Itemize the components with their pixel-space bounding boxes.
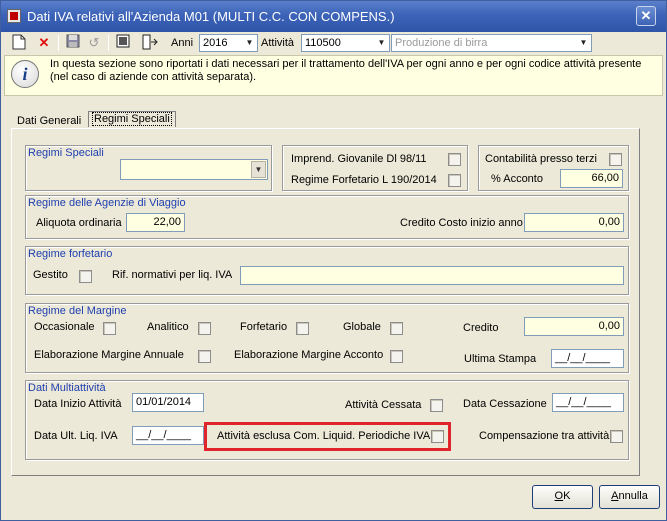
highlight-box bbox=[204, 422, 451, 451]
elab-annuale-label: Elaborazione Margine Annuale bbox=[34, 349, 184, 361]
undo-icon: ↺ bbox=[88, 35, 100, 50]
toolbar-separator bbox=[108, 35, 109, 51]
annulla-button[interactable]: Annulla bbox=[599, 485, 660, 509]
credito-costo-field[interactable]: 0,00 bbox=[524, 213, 624, 232]
analitico-checkbox[interactable] bbox=[198, 322, 211, 335]
elab-acconto-label: Elaborazione Margine Acconto bbox=[234, 349, 384, 361]
occasionale-label: Occasionale bbox=[34, 321, 95, 333]
window-title: Dati IVA relativi all'Azienda M01 (MULTI… bbox=[27, 9, 395, 24]
info-text: In questa sezione sono riportati i dati … bbox=[50, 58, 642, 83]
rif-normativi-field[interactable] bbox=[240, 266, 624, 285]
save-button[interactable] bbox=[64, 34, 82, 52]
compensazione-label: Compensazione tra attività bbox=[479, 430, 610, 442]
group-regime-margine: Regime del Margine Occasionale Analitico… bbox=[25, 303, 629, 373]
rif-normativi-label: Rif. normativi per liq. IVA bbox=[112, 269, 233, 281]
title-bar: Dati IVA relativi all'Azienda M01 (MULTI… bbox=[1, 1, 666, 32]
tab-regimi-speciali-label: Regimi Speciali bbox=[92, 112, 172, 126]
forfetario-label: Forfetario bbox=[240, 321, 288, 333]
annulla-label: nnulla bbox=[618, 490, 648, 502]
contabilita-terzi-label: Contabilità presso terzi bbox=[485, 153, 597, 165]
globale-label: Globale bbox=[343, 321, 381, 333]
regimi-speciali-dropdown[interactable]: ▼ bbox=[120, 159, 268, 180]
gestito-label: Gestito bbox=[33, 269, 68, 281]
forfetario-checkbox[interactable] bbox=[296, 322, 309, 335]
info-panel: i In questa sezione sono riportati i dat… bbox=[4, 55, 663, 96]
data-cessazione-field[interactable]: __/__/____ bbox=[552, 393, 624, 412]
app-icon bbox=[7, 9, 21, 23]
aliquota-field[interactable]: 22,00 bbox=[126, 213, 185, 232]
anni-select[interactable]: 2016 ▼ bbox=[199, 34, 258, 52]
gestito-checkbox[interactable] bbox=[79, 270, 92, 283]
analitico-label: Analitico bbox=[147, 321, 189, 333]
close-button[interactable]: ✕ bbox=[636, 6, 656, 26]
credito-label: Credito bbox=[463, 322, 499, 334]
attivita-label: Attività bbox=[261, 37, 295, 49]
group-title: Regimi Speciali bbox=[28, 147, 104, 159]
ultima-stampa-label: Ultima Stampa bbox=[464, 353, 537, 365]
data-ult-liq-field[interactable]: __/__/____ bbox=[132, 426, 204, 445]
elab-acconto-checkbox[interactable] bbox=[390, 350, 403, 363]
exit-button[interactable] bbox=[141, 34, 159, 52]
aliquota-label: Aliquota ordinaria bbox=[36, 217, 122, 229]
group-regime-forfetario: Regime forfetario Gestito Rif. normativi… bbox=[25, 246, 629, 295]
group-title: Dati Multiattività bbox=[28, 382, 106, 394]
group-imprend: Imprend. Giovanile Dl 98/11 Regime Forfe… bbox=[282, 145, 468, 191]
data-ult-liq-label: Data Ult. Liq. IVA bbox=[34, 430, 118, 442]
acconto-field[interactable]: 66,00 bbox=[560, 169, 623, 188]
attivita-description: Produzione di birra bbox=[395, 37, 488, 49]
group-title: Regime forfetario bbox=[28, 248, 113, 260]
compensazione-checkbox[interactable] bbox=[610, 430, 623, 443]
attivita-cessata-label: Attività Cessata bbox=[345, 399, 422, 411]
regime-forfetario-label: Regime Forfetario L 190/2014 bbox=[291, 174, 437, 186]
save-icon bbox=[66, 34, 80, 48]
exit-door-icon bbox=[142, 34, 158, 50]
imprend-giovanile-checkbox[interactable] bbox=[448, 153, 461, 166]
ultima-stampa-field[interactable]: __/__/____ bbox=[551, 349, 624, 368]
chevron-down-icon: ▼ bbox=[579, 38, 588, 47]
contabilita-terzi-checkbox[interactable] bbox=[609, 153, 622, 166]
delete-button[interactable]: ✕ bbox=[35, 34, 53, 52]
preview-icon bbox=[116, 34, 130, 48]
group-agenzie-viaggio: Regime delle Agenzie di Viaggio Aliquota… bbox=[25, 195, 629, 239]
toolbar-separator bbox=[58, 35, 59, 51]
new-document-icon bbox=[12, 34, 26, 50]
toolbar: ✕ ↺ Anni 2016 ▼ Attività 110500 ▼ Produz… bbox=[4, 33, 663, 53]
ok-hotkey: O bbox=[554, 490, 564, 502]
credito-field[interactable]: 0,00 bbox=[524, 317, 624, 336]
undo-button[interactable]: ↺ bbox=[85, 34, 103, 52]
data-cessazione-label: Data Cessazione bbox=[463, 398, 547, 410]
info-icon: i bbox=[11, 60, 39, 88]
chevron-down-icon: ▼ bbox=[245, 38, 254, 47]
dialog-window: Dati IVA relativi all'Azienda M01 (MULTI… bbox=[0, 0, 667, 521]
attivita-description-select[interactable]: Produzione di birra ▼ bbox=[391, 34, 592, 52]
data-inizio-label: Data Inizio Attività bbox=[34, 398, 122, 410]
globale-checkbox[interactable] bbox=[390, 322, 403, 335]
group-title: Regime delle Agenzie di Viaggio bbox=[28, 197, 186, 209]
group-contabilita: Contabilità presso terzi % Acconto 66,00 bbox=[478, 145, 629, 191]
tab-dati-generali[interactable]: Dati Generali bbox=[14, 114, 84, 128]
chevron-down-icon: ▼ bbox=[251, 161, 266, 178]
regime-forfetario-checkbox[interactable] bbox=[448, 174, 461, 187]
preview-button[interactable] bbox=[114, 34, 132, 52]
imprend-giovanile-label: Imprend. Giovanile Dl 98/11 bbox=[291, 153, 427, 165]
chevron-down-icon: ▼ bbox=[377, 38, 386, 47]
attivita-cessata-checkbox[interactable] bbox=[430, 399, 443, 412]
delete-icon: ✕ bbox=[38, 35, 50, 50]
acconto-label: % Acconto bbox=[491, 173, 543, 185]
occasionale-checkbox[interactable] bbox=[103, 322, 116, 335]
elab-annuale-checkbox[interactable] bbox=[198, 350, 211, 363]
credito-costo-label: Credito Costo inizio anno bbox=[400, 217, 523, 229]
group-title: Regime del Margine bbox=[28, 305, 127, 317]
new-document-button[interactable] bbox=[10, 34, 28, 52]
attivita-value: 110500 bbox=[305, 37, 341, 49]
tab-regimi-speciali[interactable]: Regimi Speciali bbox=[88, 111, 176, 127]
anni-value: 2016 bbox=[203, 37, 228, 49]
group-regimi-speciali: Regimi Speciali ▼ bbox=[25, 145, 272, 191]
data-inizio-field[interactable]: 01/01/2014 bbox=[132, 393, 204, 412]
ok-button[interactable]: OK bbox=[532, 485, 593, 509]
attivita-select[interactable]: 110500 ▼ bbox=[301, 34, 390, 52]
ok-label: K bbox=[563, 490, 571, 502]
anni-label: Anni bbox=[171, 37, 194, 49]
